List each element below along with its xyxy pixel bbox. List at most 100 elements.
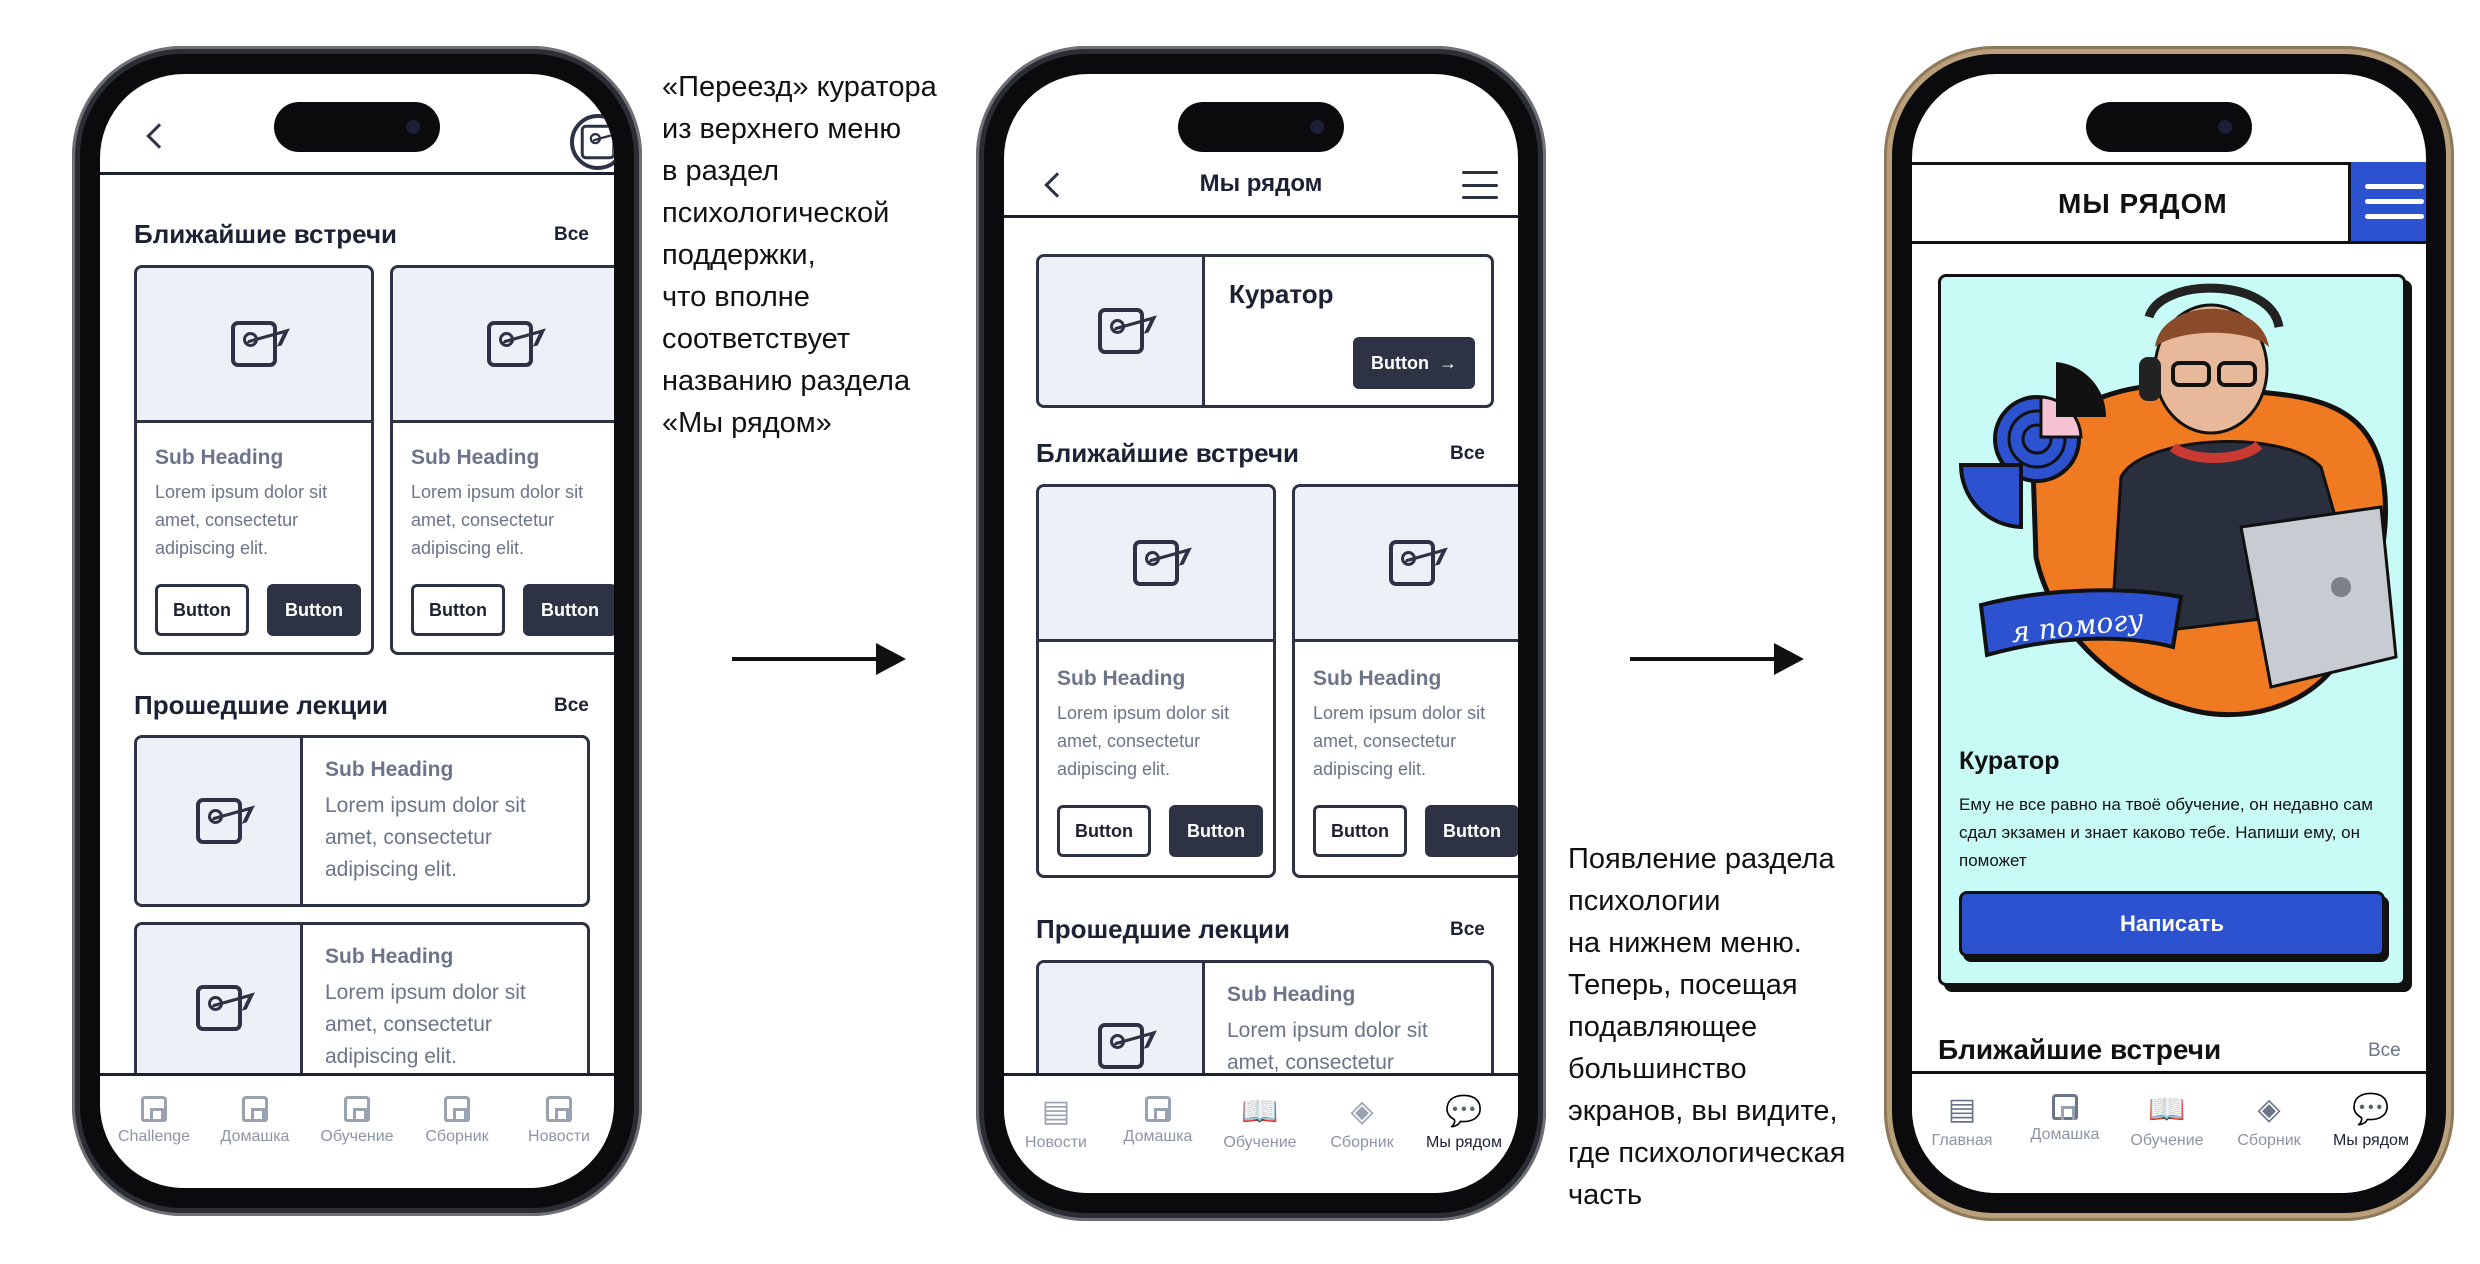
card-body: Lorem ipsum dolor sit amet, consectetur … <box>325 794 526 881</box>
newspaper-icon: ▤ <box>1947 1093 1977 1126</box>
card-solid-button[interactable]: Button <box>523 584 614 636</box>
tab-we-are-near[interactable]: 💬 Мы рядом <box>2321 1094 2421 1150</box>
bottom-tab-bar: ▤ Главная Домашка 📖 Обучение ◈ Сборник 💬 Мы … <box>1912 1071 2426 1193</box>
tab-home[interactable]: ▤ Главная <box>1912 1094 2012 1150</box>
tab-learning[interactable]: 📖 Обучение <box>1210 1096 1310 1152</box>
card-solid-button[interactable]: Button <box>1169 805 1263 857</box>
image-icon <box>195 798 242 844</box>
image-icon <box>1097 308 1144 354</box>
card-body: Lorem ipsum dolor sit amet, consectetur … <box>155 482 328 558</box>
menu-icon[interactable] <box>2348 162 2426 244</box>
dynamic-island <box>2086 102 2252 152</box>
home-icon <box>1145 1096 1171 1122</box>
tab-homework[interactable]: Домашка <box>205 1096 305 1146</box>
event-card[interactable]: Sub Heading Lorem ipsum dolor sit amet, … <box>390 265 614 655</box>
newspaper-icon: ▤ <box>1041 1095 1071 1128</box>
tab-challenge[interactable]: Challenge <box>104 1096 204 1146</box>
card-outline-button[interactable]: Button <box>1057 805 1151 857</box>
phone-intermediate: Мы рядом Куратор Button → Ближайшие встре… <box>976 46 1546 1221</box>
tab-news[interactable]: Новости <box>509 1096 609 1146</box>
curator-image <box>1039 257 1205 405</box>
tab-homework[interactable]: Домашка <box>1108 1096 1208 1146</box>
black-half <box>2056 362 2107 417</box>
bottom-tab-bar: ▤ Новости Домашка 📖 Обучение ◈ Сборник 💬 Мы … <box>1004 1073 1518 1193</box>
card-outline-button[interactable]: Button <box>411 584 505 636</box>
card-body: Lorem ipsum dolor sit amet, consectetur … <box>325 981 526 1068</box>
layers-icon: ◈ <box>2257 1093 2281 1126</box>
dynamic-island <box>1178 102 1344 152</box>
see-all-past[interactable]: Все <box>554 695 589 717</box>
card-image <box>137 925 303 1091</box>
card-sub-heading: Sub Heading <box>155 446 284 469</box>
image-icon <box>1097 1023 1144 1069</box>
tab-news[interactable]: ▤ Новости <box>1006 1096 1106 1152</box>
card-solid-button[interactable]: Button <box>267 584 361 636</box>
section-title-upcoming: Ближайшие встречи <box>1938 1034 2222 1065</box>
screen-before: Ближайшие встречи Все Sub Heading Lorem … <box>100 74 614 1188</box>
card-image <box>1039 487 1273 642</box>
curator-title: Куратор <box>1229 279 1334 309</box>
header-title: МЫ РЯДОМ <box>2058 188 2228 219</box>
card-image <box>393 268 614 423</box>
blue-quarter <box>1958 463 2023 530</box>
menu-icon[interactable] <box>1462 171 1498 199</box>
section-title-upcoming: Ближайшие встречи <box>1036 438 1300 468</box>
annotation-curator-move: «Переезд» куратора из верхнего меню в ра… <box>662 71 937 439</box>
bottom-tab-bar: Challenge Домашка Обучение Сборник Новос… <box>100 1073 614 1188</box>
image-icon <box>580 124 614 160</box>
curator-button[interactable]: Button → <box>1353 337 1475 389</box>
arrow-right-icon <box>1630 643 1804 675</box>
phone-before: Ближайшие встречи Все Sub Heading Lorem … <box>72 46 642 1216</box>
back-icon[interactable] <box>146 123 172 149</box>
tab-collection[interactable]: ◈ Сборник <box>2219 1094 2319 1150</box>
card-image <box>137 268 371 423</box>
tab-homework[interactable]: Домашка <box>2015 1094 2115 1144</box>
book-icon: 📖 <box>2148 1093 2186 1126</box>
tab-learning[interactable]: Обучение <box>307 1096 407 1146</box>
section-title-upcoming: Ближайшие встречи <box>134 219 398 249</box>
card-solid-button[interactable]: Button <box>1425 805 1518 857</box>
chat-bubbles-icon: 💬 <box>2352 1093 2390 1126</box>
tab-learning[interactable]: 📖 Обучение <box>2117 1094 2217 1150</box>
tab-we-are-near[interactable]: 💬 Мы рядом <box>1414 1096 1514 1152</box>
lecture-card[interactable]: Sub Heading Lorem ipsum dolor sit amet, … <box>134 922 590 1094</box>
event-card[interactable]: Sub Heading Lorem ipsum dolor sit amet, … <box>1036 484 1276 878</box>
tab-collection[interactable]: ◈ Сборник <box>1312 1096 1412 1152</box>
card-sub-heading: Sub Heading <box>411 446 540 469</box>
dynamic-island <box>274 102 440 152</box>
home-icon <box>344 1096 370 1122</box>
card-sub-heading: Sub Heading <box>1227 983 1356 1006</box>
layers-icon: ◈ <box>1350 1095 1374 1128</box>
see-all-upcoming[interactable]: Все <box>2368 1040 2401 1062</box>
card-outline-button[interactable]: Button <box>155 584 249 636</box>
home-icon <box>141 1096 167 1122</box>
event-card[interactable]: Sub Heading Lorem ipsum dolor sit amet, … <box>1292 484 1518 878</box>
image-icon <box>487 321 533 367</box>
card-sub-heading: Sub Heading <box>325 758 454 781</box>
chat-bubbles-icon: 💬 <box>1445 1095 1483 1128</box>
card-outline-button[interactable]: Button <box>1313 805 1407 857</box>
image-icon <box>1389 540 1435 586</box>
event-card[interactable]: Sub Heading Lorem ipsum dolor sit amet, … <box>134 265 374 655</box>
tab-collection[interactable]: Сборник <box>407 1096 507 1146</box>
card-image <box>137 738 303 904</box>
book-icon: 📖 <box>1241 1095 1279 1128</box>
lecture-card[interactable]: Sub Heading Lorem ipsum dolor sit amet, … <box>134 735 590 907</box>
write-button[interactable]: Написать <box>1959 891 2385 957</box>
see-all-past[interactable]: Все <box>1450 919 1485 941</box>
home-icon <box>242 1096 268 1122</box>
section-title-past: Прошедшие лекции <box>1036 914 1291 944</box>
curator-description: Ему не все равно на твоё обучение, он не… <box>1959 795 2373 870</box>
card-body: Lorem ipsum dolor sit amet, consectetur … <box>1057 703 1230 779</box>
card-sub-heading: Sub Heading <box>1313 667 1442 690</box>
curator-card[interactable]: Куратор Button → <box>1036 254 1494 408</box>
curator-title: Куратор <box>1959 747 2060 775</box>
see-all-upcoming[interactable]: Все <box>554 224 589 246</box>
see-all-upcoming[interactable]: Все <box>1450 443 1485 465</box>
curator-illustration: я помогу <box>1958 283 2398 718</box>
home-icon <box>2052 1094 2078 1120</box>
card-body: Lorem ipsum dolor sit amet, consectetur … <box>1313 703 1486 779</box>
screen-final: МЫ РЯДОМ я помогу Куратор Ему не все рав… <box>1912 74 2426 1193</box>
home-icon <box>546 1096 572 1122</box>
screen-intermediate: Мы рядом Куратор Button → Ближайшие встре… <box>1004 74 1518 1193</box>
